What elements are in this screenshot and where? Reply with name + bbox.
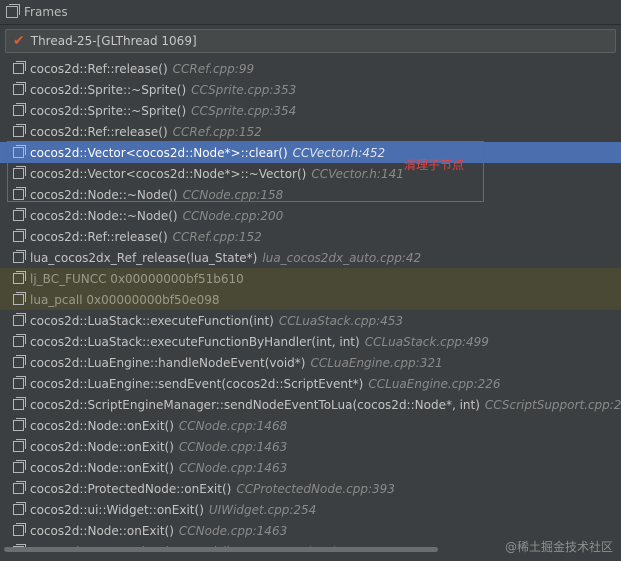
stack-frame-icon	[13, 208, 26, 221]
frame-function: cocos2d::Ref::release()	[30, 61, 168, 76]
frame-function: cocos2d::LuaStack::executeFunctionByHand…	[30, 334, 360, 349]
stack-frame-icon	[13, 418, 26, 431]
frame-location: CCProtectedNode.cpp:393	[236, 481, 395, 496]
frame-row[interactable]: cocos2d::Node::~Node() CCNode.cpp:158	[0, 184, 621, 205]
frame-function: cocos2d::Node::onExit()	[30, 418, 174, 433]
frame-row[interactable]: cocos2d::Vector<cocos2d::Node*>::~Vector…	[0, 163, 621, 184]
frame-row[interactable]: cocos2d::ScriptEngineManager::sendNodeEv…	[0, 394, 621, 415]
stack-frame-icon	[13, 481, 26, 494]
stack-frame-icon	[13, 82, 26, 95]
frame-function: cocos2d::Node::onExit()	[30, 523, 174, 538]
frame-function: cocos2d::LuaStack::executeFunction(int)	[30, 313, 274, 328]
frame-location: CCScriptSupport.cpp:220	[484, 397, 621, 412]
panel-title: Frames	[24, 5, 68, 19]
frame-location: CCRef.cpp:152	[172, 229, 262, 244]
frame-location: CCRef.cpp:99	[172, 61, 255, 76]
frame-location: CCNode.cpp:1463	[178, 523, 288, 538]
stack-frame-icon	[13, 397, 26, 410]
frame-function: cocos2d::Ref::release()	[30, 229, 168, 244]
frame-row[interactable]: cocos2d::ui::Widget::onExit() UIWidget.cp…	[0, 499, 621, 520]
frame-row[interactable]: cocos2d::LuaEngine::sendEvent(cocos2d::S…	[0, 373, 621, 394]
frame-location: CCNode.cpp:158	[182, 187, 284, 202]
frame-function: cocos2d::ProtectedNode::onExit()	[30, 481, 232, 496]
horizontal-scrollbar[interactable]	[4, 547, 438, 552]
annotation-text: 清理子节点	[404, 158, 465, 172]
stack-frame-icon	[13, 313, 26, 326]
frame-function: cocos2d::Vector<cocos2d::Node*>::~Vector…	[30, 166, 307, 181]
stack-frame-icon	[13, 292, 26, 305]
frame-row[interactable]: cocos2d::Sprite::~Sprite() CCSprite.cpp:3…	[0, 79, 621, 100]
frame-row[interactable]: cocos2d::Node::onExit() CCNode.cpp:1463	[0, 436, 621, 457]
stack-frame-icon	[13, 460, 26, 473]
frame-function: cocos2d::Node::onExit()	[30, 439, 174, 454]
frame-location: CCNode.cpp:1463	[178, 439, 288, 454]
stack-frame-icon	[13, 124, 26, 137]
frame-row[interactable]: cocos2d::LuaStack::executeFunctionByHand…	[0, 331, 621, 352]
frame-location: CCNode.cpp:200	[182, 208, 284, 223]
frame-row[interactable]: cocos2d::LuaEngine::handleNodeEvent(void…	[0, 352, 621, 373]
frame-row[interactable]: cocos2d::LuaStack::executeFunction(int) C…	[0, 310, 621, 331]
frame-row[interactable]: lua_cocos2dx_Ref_release(lua_State*) lua_…	[0, 247, 621, 268]
stack-frame-icon	[13, 103, 26, 116]
frame-row[interactable]: cocos2d::Node::onExit() CCNode.cpp:1468	[0, 415, 621, 436]
stack-frame-icon	[13, 271, 26, 284]
thread-selector[interactable]: ✔ Thread-25-[GLThread 1069]	[5, 29, 616, 53]
stack-frame-icon	[13, 376, 26, 389]
thread-label: Thread-25-[GLThread 1069]	[30, 34, 197, 48]
checkmark-icon: ✔	[13, 33, 25, 49]
frame-function: cocos2d::LuaEngine::handleNodeEvent(void…	[30, 355, 306, 370]
stack-frame-icon	[13, 334, 26, 347]
frame-function: cocos2d::ui::Widget::onExit()	[30, 502, 204, 517]
stack-frame-icon	[13, 229, 26, 242]
frames-panel-header: Frames	[0, 0, 621, 25]
stack-frame-icon	[13, 439, 26, 452]
frame-row[interactable]: lj_BC_FUNCC 0x00000000bf51b610	[0, 268, 621, 289]
frame-row[interactable]: cocos2d::Node::onExit() CCNode.cpp:1463	[0, 457, 621, 478]
frame-location: CCLuaStack.cpp:499	[364, 334, 489, 349]
frame-function: cocos2d::Node::onExit()	[30, 460, 174, 475]
stack-frame-icon	[13, 61, 26, 74]
frame-location: CCRef.cpp:152	[172, 124, 262, 139]
frames-icon	[6, 4, 20, 18]
frame-function: cocos2d::LuaEngine::sendEvent(cocos2d::S…	[30, 376, 364, 391]
frame-row[interactable]: lua_pcall 0x00000000bf50e098	[0, 289, 621, 310]
frame-function: lj_BC_FUNCC 0x00000000bf51b610	[30, 271, 244, 286]
frame-location: CCLuaEngine.cpp:226	[368, 376, 501, 391]
frame-location: CCNode.cpp:1468	[178, 418, 288, 433]
frames-list[interactable]: cocos2d::Ref::release() CCRef.cpp:99 cocos…	[0, 58, 621, 550]
frame-function: cocos2d::Sprite::~Sprite()	[30, 103, 187, 118]
frame-function: cocos2d::Ref::release()	[30, 124, 168, 139]
frame-row[interactable]: cocos2d::Vector<cocos2d::Node*>::clear()…	[0, 142, 621, 163]
frame-function: lua_cocos2dx_Ref_release(lua_State*)	[30, 250, 258, 265]
frame-function: cocos2d::Sprite::~Sprite()	[30, 82, 187, 97]
watermark: @稀土掘金技术社区	[504, 540, 613, 554]
frame-function: cocos2d::ScriptEngineManager::sendNodeEv…	[30, 397, 480, 412]
stack-frame-icon	[13, 523, 26, 536]
frame-location: CCVector.h:141	[311, 166, 404, 181]
frame-location: CCNode.cpp:1463	[178, 460, 288, 475]
frame-row[interactable]: cocos2d::Node::~Node() CCNode.cpp:200	[0, 205, 621, 226]
frame-row[interactable]: cocos2d::Sprite::~Sprite() CCSprite.cpp:3…	[0, 100, 621, 121]
stack-frame-icon	[13, 187, 26, 200]
frame-row[interactable]: cocos2d::Ref::release() CCRef.cpp:152	[0, 226, 621, 247]
frame-row[interactable]: cocos2d::Ref::release() CCRef.cpp:99	[0, 58, 621, 79]
frame-location: UIWidget.cpp:254	[208, 502, 317, 517]
frame-location: CCSprite.cpp:354	[191, 103, 297, 118]
stack-frame-icon	[13, 145, 26, 158]
stack-frame-icon	[13, 250, 26, 263]
frame-function: cocos2d::Vector<cocos2d::Node*>::clear()	[30, 145, 288, 160]
frame-location: CCLuaEngine.cpp:321	[310, 355, 443, 370]
stack-frame-icon	[13, 166, 26, 179]
frame-row[interactable]: cocos2d::ProtectedNode::onExit() CCProtec…	[0, 478, 621, 499]
frame-row[interactable]: cocos2d::Ref::release() CCRef.cpp:152	[0, 121, 621, 142]
stack-frame-icon	[13, 355, 26, 368]
frame-function: lua_pcall 0x00000000bf50e098	[30, 292, 220, 307]
frame-location: CCVector.h:452	[292, 145, 386, 160]
frame-function: cocos2d::Node::~Node()	[30, 208, 178, 223]
stack-frame-icon	[13, 502, 26, 515]
frame-function: cocos2d::Node::~Node()	[30, 187, 178, 202]
frame-location: CCLuaStack.cpp:453	[278, 313, 404, 328]
frame-location: CCSprite.cpp:353	[191, 82, 297, 97]
frame-location: lua_cocos2dx_auto.cpp:42	[262, 250, 422, 265]
